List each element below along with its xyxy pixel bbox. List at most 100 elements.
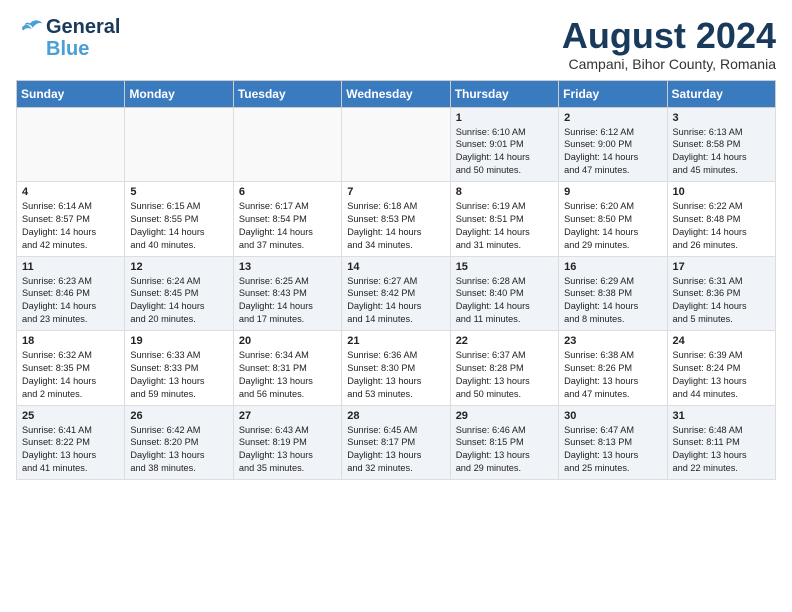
day-info: Sunrise: 6:28 AM Sunset: 8:40 PM Dayligh… xyxy=(456,275,553,327)
day-info: Sunrise: 6:13 AM Sunset: 8:58 PM Dayligh… xyxy=(673,126,770,178)
calendar-cell: 25 Sunrise: 6:41 AM Sunset: 8:22 PM Dayli… xyxy=(17,405,125,480)
header-monday: Monday xyxy=(125,80,233,107)
calendar-cell: 17Sunrise: 6:31 AM Sunset: 8:36 PM Dayli… xyxy=(667,256,775,331)
day-info: Sunrise: 6:18 AM Sunset: 8:53 PM Dayligh… xyxy=(347,200,444,252)
day-number: 18 xyxy=(22,335,119,347)
day-info: Sunrise: 6:43 AM Sunset: 8:19 PM Dayligh… xyxy=(239,424,336,476)
calendar-table: SundayMondayTuesdayWednesdayThursdayFrid… xyxy=(16,80,776,481)
calendar-cell: 5 Sunrise: 6:15 AM Sunset: 8:55 PM Daylig… xyxy=(125,182,233,257)
calendar-week-row: 1Sunrise: 6:10 AM Sunset: 9:01 PM Daylig… xyxy=(17,107,776,182)
calendar-cell: 11 Sunrise: 6:23 AM Sunset: 8:46 PM Dayli… xyxy=(17,256,125,331)
day-number: 23 xyxy=(564,335,661,347)
logo-text-blue: Blue xyxy=(46,38,89,60)
calendar-cell: 31 Sunrise: 6:48 AM Sunset: 8:11 PM Dayli… xyxy=(667,405,775,480)
calendar-header-row: SundayMondayTuesdayWednesdayThursdayFrid… xyxy=(17,80,776,107)
day-number: 4 xyxy=(22,186,119,198)
day-number: 22 xyxy=(456,335,553,347)
header-thursday: Thursday xyxy=(450,80,558,107)
day-number: 21 xyxy=(347,335,444,347)
calendar-cell xyxy=(233,107,341,182)
day-info: Sunrise: 6:23 AM Sunset: 8:46 PM Dayligh… xyxy=(22,275,119,327)
calendar-cell: 23Sunrise: 6:38 AM Sunset: 8:26 PM Dayli… xyxy=(559,331,667,406)
day-info: Sunrise: 6:15 AM Sunset: 8:55 PM Dayligh… xyxy=(130,200,227,252)
day-number: 31 xyxy=(673,410,770,422)
day-info: Sunrise: 6:47 AM Sunset: 8:13 PM Dayligh… xyxy=(564,424,661,476)
day-number: 14 xyxy=(347,261,444,273)
day-info: Sunrise: 6:27 AM Sunset: 8:42 PM Dayligh… xyxy=(347,275,444,327)
day-number: 2 xyxy=(564,112,661,124)
calendar-week-row: 4 Sunrise: 6:14 AM Sunset: 8:57 PM Daylig… xyxy=(17,182,776,257)
day-info: Sunrise: 6:37 AM Sunset: 8:28 PM Dayligh… xyxy=(456,349,553,401)
day-info: Sunrise: 6:39 AM Sunset: 8:24 PM Dayligh… xyxy=(673,349,770,401)
calendar-cell: 19 Sunrise: 6:33 AM Sunset: 8:33 PM Dayli… xyxy=(125,331,233,406)
header-sunday: Sunday xyxy=(17,80,125,107)
day-info: Sunrise: 6:48 AM Sunset: 8:11 PM Dayligh… xyxy=(673,424,770,476)
day-number: 10 xyxy=(673,186,770,198)
calendar-cell: 26 Sunrise: 6:42 AM Sunset: 8:20 PM Dayli… xyxy=(125,405,233,480)
calendar-cell: 9 Sunrise: 6:20 AM Sunset: 8:50 PM Daylig… xyxy=(559,182,667,257)
day-number: 13 xyxy=(239,261,336,273)
calendar-cell: 2Sunrise: 6:12 AM Sunset: 9:00 PM Daylig… xyxy=(559,107,667,182)
calendar-cell: 6 Sunrise: 6:17 AM Sunset: 8:54 PM Daylig… xyxy=(233,182,341,257)
calendar-cell: 18 Sunrise: 6:32 AM Sunset: 8:35 PM Dayli… xyxy=(17,331,125,406)
day-info: Sunrise: 6:41 AM Sunset: 8:22 PM Dayligh… xyxy=(22,424,119,476)
calendar-cell: 10 Sunrise: 6:22 AM Sunset: 8:48 PM Dayli… xyxy=(667,182,775,257)
day-info: Sunrise: 6:14 AM Sunset: 8:57 PM Dayligh… xyxy=(22,200,119,252)
calendar-cell xyxy=(17,107,125,182)
day-number: 29 xyxy=(456,410,553,422)
calendar-week-row: 25 Sunrise: 6:41 AM Sunset: 8:22 PM Dayli… xyxy=(17,405,776,480)
header-tuesday: Tuesday xyxy=(233,80,341,107)
calendar-cell: 4 Sunrise: 6:14 AM Sunset: 8:57 PM Daylig… xyxy=(17,182,125,257)
calendar-cell: 15 Sunrise: 6:28 AM Sunset: 8:40 PM Dayli… xyxy=(450,256,558,331)
day-number: 8 xyxy=(456,186,553,198)
calendar-cell: 12Sunrise: 6:24 AM Sunset: 8:45 PM Dayli… xyxy=(125,256,233,331)
calendar-cell: 30 Sunrise: 6:47 AM Sunset: 8:13 PM Dayli… xyxy=(559,405,667,480)
day-number: 5 xyxy=(130,186,227,198)
day-info: Sunrise: 6:42 AM Sunset: 8:20 PM Dayligh… xyxy=(130,424,227,476)
day-info: Sunrise: 6:22 AM Sunset: 8:48 PM Dayligh… xyxy=(673,200,770,252)
day-number: 16 xyxy=(564,261,661,273)
day-number: 28 xyxy=(347,410,444,422)
day-number: 1 xyxy=(456,112,553,124)
day-number: 6 xyxy=(239,186,336,198)
day-info: Sunrise: 6:17 AM Sunset: 8:54 PM Dayligh… xyxy=(239,200,336,252)
calendar-cell: 3 Sunrise: 6:13 AM Sunset: 8:58 PM Daylig… xyxy=(667,107,775,182)
day-number: 12 xyxy=(130,261,227,273)
day-number: 9 xyxy=(564,186,661,198)
calendar-week-row: 18 Sunrise: 6:32 AM Sunset: 8:35 PM Dayli… xyxy=(17,331,776,406)
day-number: 24 xyxy=(673,335,770,347)
calendar-cell xyxy=(342,107,450,182)
day-number: 3 xyxy=(673,112,770,124)
day-number: 19 xyxy=(130,335,227,347)
calendar-cell: 1Sunrise: 6:10 AM Sunset: 9:01 PM Daylig… xyxy=(450,107,558,182)
day-number: 25 xyxy=(22,410,119,422)
day-number: 15 xyxy=(456,261,553,273)
subtitle: Campani, Bihor County, Romania xyxy=(562,56,776,72)
calendar-cell xyxy=(125,107,233,182)
day-number: 20 xyxy=(239,335,336,347)
day-number: 26 xyxy=(130,410,227,422)
calendar-cell: 21 Sunrise: 6:36 AM Sunset: 8:30 PM Dayli… xyxy=(342,331,450,406)
calendar-cell: 13 Sunrise: 6:25 AM Sunset: 8:43 PM Dayli… xyxy=(233,256,341,331)
day-info: Sunrise: 6:29 AM Sunset: 8:38 PM Dayligh… xyxy=(564,275,661,327)
title-block: August 2024 Campani, Bihor County, Roman… xyxy=(562,16,776,72)
calendar-cell: 22 Sunrise: 6:37 AM Sunset: 8:28 PM Dayli… xyxy=(450,331,558,406)
page-header: General Blue August 2024 Campani, Bihor … xyxy=(16,16,776,72)
day-number: 11 xyxy=(22,261,119,273)
day-info: Sunrise: 6:32 AM Sunset: 8:35 PM Dayligh… xyxy=(22,349,119,401)
header-saturday: Saturday xyxy=(667,80,775,107)
header-wednesday: Wednesday xyxy=(342,80,450,107)
logo-text-general: General xyxy=(46,16,120,38)
day-info: Sunrise: 6:20 AM Sunset: 8:50 PM Dayligh… xyxy=(564,200,661,252)
day-info: Sunrise: 6:36 AM Sunset: 8:30 PM Dayligh… xyxy=(347,349,444,401)
day-number: 7 xyxy=(347,186,444,198)
day-info: Sunrise: 6:33 AM Sunset: 8:33 PM Dayligh… xyxy=(130,349,227,401)
day-number: 30 xyxy=(564,410,661,422)
calendar-cell: 8Sunrise: 6:19 AM Sunset: 8:51 PM Daylig… xyxy=(450,182,558,257)
day-number: 27 xyxy=(239,410,336,422)
calendar-cell: 16 Sunrise: 6:29 AM Sunset: 8:38 PM Dayli… xyxy=(559,256,667,331)
logo: General Blue xyxy=(16,16,120,60)
day-info: Sunrise: 6:25 AM Sunset: 8:43 PM Dayligh… xyxy=(239,275,336,327)
calendar-cell: 27 Sunrise: 6:43 AM Sunset: 8:19 PM Dayli… xyxy=(233,405,341,480)
logo-bird-icon xyxy=(16,18,44,36)
